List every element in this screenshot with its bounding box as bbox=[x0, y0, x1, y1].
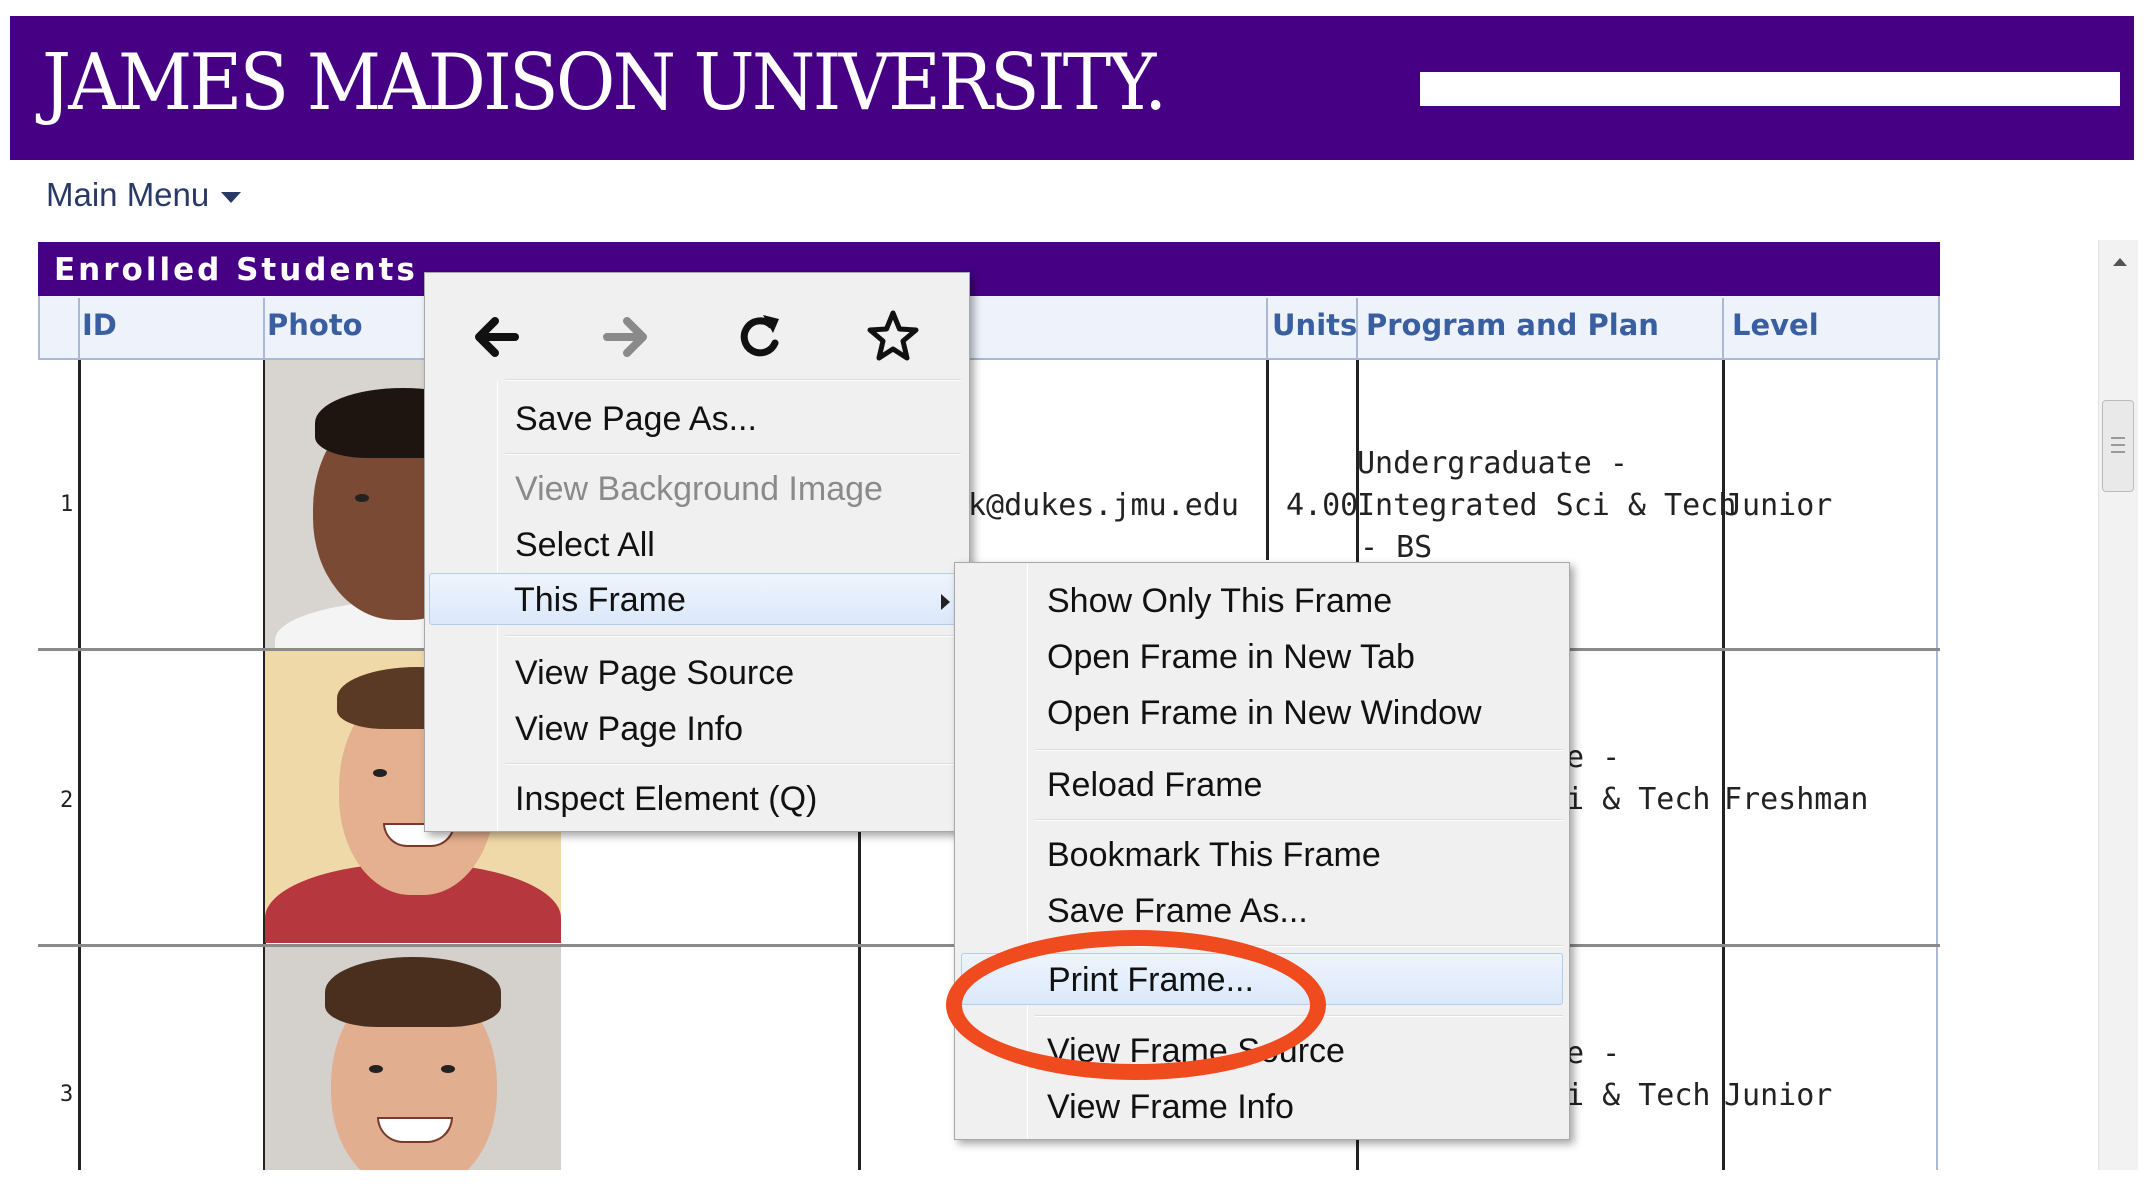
university-logo: JAMES MADISON UNIVERSITY. bbox=[42, 38, 1167, 128]
row-number: 2 bbox=[60, 788, 74, 813]
header-divider bbox=[78, 298, 80, 360]
main-menu-dropdown[interactable]: Main Menu bbox=[46, 176, 242, 214]
header-divider bbox=[1722, 298, 1724, 360]
menu-item-view-page-info[interactable]: View Page Info bbox=[429, 703, 959, 755]
menu-item-view-frame-info[interactable]: View Frame Info bbox=[959, 1081, 1565, 1133]
menu-item-save-page-as[interactable]: Save Page As... bbox=[429, 393, 959, 445]
menu-item-this-frame[interactable]: This Frame bbox=[429, 573, 963, 625]
student-units: 4.00 bbox=[1286, 488, 1359, 523]
menu-item-reload-frame[interactable]: Reload Frame bbox=[959, 759, 1565, 811]
caret-down-icon bbox=[221, 191, 242, 203]
scroll-up-arrow-icon[interactable] bbox=[2113, 258, 2127, 266]
student-level: Junior bbox=[1724, 1078, 1833, 1113]
header-divider bbox=[1266, 298, 1268, 360]
student-level: Junior bbox=[1724, 488, 1833, 523]
menu-item-print-frame[interactable]: Print Frame... bbox=[961, 953, 1563, 1005]
submenu-arrow-icon bbox=[941, 594, 950, 610]
student-level: Freshman bbox=[1724, 782, 1869, 817]
header-divider bbox=[1356, 298, 1358, 360]
main-menu-label: Main Menu bbox=[46, 176, 210, 213]
menu-item-view-background-image[interactable]: View Background Image bbox=[429, 463, 959, 515]
menu-item-this-frame-label: This Frame bbox=[514, 581, 686, 619]
table-grid-line bbox=[1266, 360, 1269, 560]
program-line: i & Tech bbox=[1566, 1078, 1711, 1113]
column-header-id[interactable]: ID bbox=[82, 308, 117, 342]
student-photo[interactable] bbox=[265, 947, 561, 1170]
table-grid-line bbox=[1936, 360, 1938, 1170]
program-line: e - bbox=[1566, 740, 1621, 775]
site-header: JAMES MADISON UNIVERSITY. bbox=[10, 16, 2134, 160]
enrolled-students-panel-title: Enrolled Students bbox=[38, 242, 1940, 296]
menu-item-save-frame-as[interactable]: Save Frame As... bbox=[959, 885, 1565, 937]
header-search-box[interactable] bbox=[1420, 72, 2120, 106]
program-line: Undergraduate - bbox=[1357, 446, 1628, 481]
table-header-row: ID Photo Units Program and Plan Level bbox=[38, 296, 1940, 360]
program-line: - BS bbox=[1360, 530, 1433, 565]
table-grid-line bbox=[1722, 360, 1725, 1170]
menu-item-view-frame-source[interactable]: View Frame Source bbox=[959, 1025, 1565, 1077]
row-number: 3 bbox=[60, 1082, 74, 1107]
column-header-units[interactable]: Units bbox=[1272, 308, 1357, 342]
menu-item-bookmark-this-frame[interactable]: Bookmark This Frame bbox=[959, 829, 1565, 881]
program-line: e - bbox=[1566, 1036, 1621, 1071]
menu-item-view-page-source[interactable]: View Page Source bbox=[429, 647, 959, 699]
back-arrow-icon[interactable] bbox=[465, 307, 525, 367]
student-email[interactable]: k@dukes.jmu.edu bbox=[968, 488, 1239, 523]
column-header-photo[interactable]: Photo bbox=[267, 308, 363, 342]
menu-item-select-all[interactable]: Select All bbox=[429, 519, 959, 571]
panel-title-text: Enrolled Students bbox=[54, 252, 418, 288]
page-context-menu: Save Page As... View Background Image Se… bbox=[424, 272, 970, 832]
column-header-program[interactable]: Program and Plan bbox=[1366, 308, 1659, 342]
bookmark-star-icon[interactable] bbox=[863, 307, 923, 367]
menu-item-inspect-element[interactable]: Inspect Element (Q) bbox=[429, 773, 959, 825]
header-divider bbox=[263, 298, 265, 360]
forward-arrow-icon[interactable] bbox=[597, 307, 657, 367]
table-grid-line bbox=[78, 360, 81, 1170]
menu-item-open-frame-new-tab[interactable]: Open Frame in New Tab bbox=[959, 631, 1565, 683]
menu-item-open-frame-new-window[interactable]: Open Frame in New Window bbox=[959, 687, 1565, 739]
reload-icon[interactable] bbox=[731, 307, 791, 367]
menu-item-show-only-this-frame[interactable]: Show Only This Frame bbox=[959, 575, 1565, 627]
program-line: i & Tech bbox=[1566, 782, 1711, 817]
row-number: 1 bbox=[60, 492, 74, 517]
program-line: Integrated Sci & Tech bbox=[1357, 488, 1737, 523]
page-scrollbar[interactable] bbox=[2098, 240, 2138, 1170]
column-header-level[interactable]: Level bbox=[1732, 308, 1819, 342]
scrollbar-thumb[interactable] bbox=[2102, 400, 2134, 492]
this-frame-submenu: Show Only This Frame Open Frame in New T… bbox=[954, 562, 1570, 1140]
